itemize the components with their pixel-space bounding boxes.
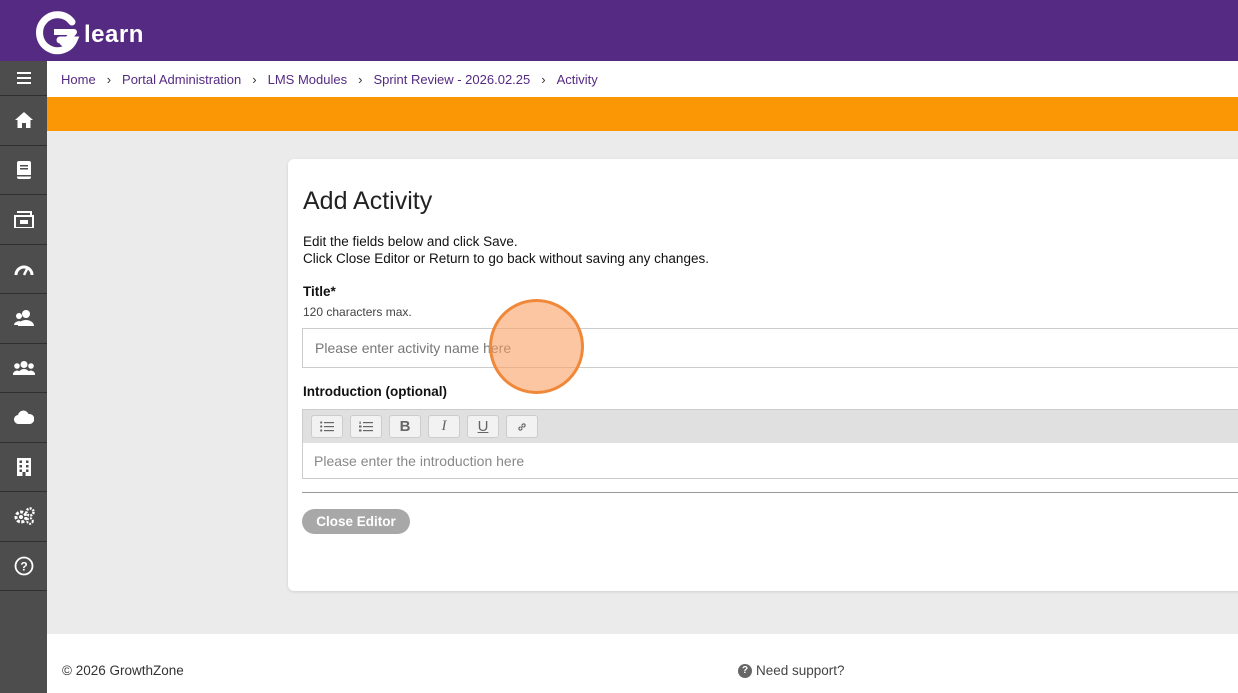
menu-icon [16, 72, 31, 84]
sidebar-item-home[interactable] [0, 96, 47, 146]
title-label-text: Title [303, 284, 331, 299]
sidebar-item-users[interactable] [0, 294, 47, 344]
sidebar-item-organizations[interactable] [0, 443, 47, 492]
sidebar-item-catalog[interactable] [0, 195, 47, 245]
bullet-list-icon [320, 421, 334, 432]
breadcrumb-home[interactable]: Home [61, 72, 96, 87]
title-input[interactable] [302, 328, 1238, 368]
logo-text: learn [84, 21, 144, 48]
instruction-line-2: Click Close Editor or Return to go back … [303, 251, 709, 266]
copyright-text: © 2026 GrowthZone [62, 663, 184, 678]
sidebar-item-settings[interactable] [0, 492, 47, 542]
breadcrumb-sprint-review[interactable]: Sprint Review - 2026.02.25 [373, 72, 530, 87]
breadcrumb-portal-administration[interactable]: Portal Administration [122, 72, 241, 87]
italic-glyph: I [441, 418, 447, 434]
home-icon [14, 112, 33, 129]
sidebar-item-dashboard[interactable] [0, 245, 47, 294]
sidebar-item-courses[interactable] [0, 146, 47, 195]
settings-gears-icon [14, 507, 35, 526]
help-icon: ? [14, 556, 33, 576]
link-icon [518, 422, 526, 431]
breadcrumb: Home › Portal Administration › LMS Modul… [47, 61, 1238, 97]
breadcrumb-separator: › [358, 71, 363, 87]
bold-button[interactable]: B [389, 415, 421, 438]
instruction-line-1: Edit the fields below and click Save. [303, 234, 518, 249]
book-icon [16, 160, 31, 179]
sidebar: ? [0, 61, 47, 693]
form-divider [302, 492, 1238, 493]
underline-glyph: U [477, 418, 489, 435]
title-label: Title* [303, 284, 336, 299]
users-icon [12, 360, 35, 375]
question-circle-icon: ? [738, 663, 752, 678]
growthzone-learn-logo[interactable]: learn [34, 2, 144, 58]
add-activity-card: Add Activity Edit the fields below and c… [288, 159, 1238, 591]
bold-glyph: B [399, 418, 411, 435]
accent-banner [47, 97, 1238, 131]
underline-button[interactable]: U [467, 415, 499, 438]
introduction-editor-placeholder: Please enter the introduction here [314, 453, 525, 469]
bullet-list-button[interactable] [311, 415, 343, 438]
page-footer: © 2026 GrowthZone ? Need support? [47, 634, 1238, 693]
svg-text:?: ? [20, 559, 27, 573]
link-button[interactable] [506, 415, 538, 438]
sidebar-item-cloud[interactable] [0, 393, 47, 443]
breadcrumb-separator: › [541, 71, 546, 87]
introduction-editor[interactable]: B I U Please enter the introduction here [302, 409, 1238, 479]
dashboard-gauge-icon [14, 265, 33, 276]
sidebar-menu-toggle[interactable] [0, 61, 47, 96]
form-instructions: Edit the fields below and click Save. Cl… [303, 233, 709, 267]
numbered-list-button[interactable] [350, 415, 382, 438]
numbered-list-icon [359, 421, 373, 432]
required-marker: * [330, 284, 336, 299]
building-icon [16, 457, 31, 476]
close-editor-button[interactable]: Close Editor [302, 509, 410, 534]
sidebar-item-help[interactable]: ? [0, 542, 47, 591]
italic-button[interactable]: I [428, 415, 460, 438]
breadcrumb-separator: › [106, 71, 112, 87]
sidebar-item-groups[interactable] [0, 344, 47, 393]
need-support-label: Need support? [756, 663, 845, 678]
user-group-icon [13, 310, 34, 327]
need-support-link[interactable]: ? Need support? [738, 663, 845, 678]
click-indicator [489, 299, 584, 394]
title-hint: 120 characters max. [303, 305, 412, 319]
breadcrumb-activity[interactable]: Activity [557, 72, 598, 87]
introduction-label: Introduction (optional) [303, 384, 447, 399]
editor-toolbar: B I U [303, 410, 1238, 443]
breadcrumb-lms-modules[interactable]: LMS Modules [268, 72, 347, 87]
top-header: learn [0, 0, 1238, 61]
archive-icon [13, 211, 34, 229]
cloud-icon [13, 410, 34, 425]
breadcrumb-separator: › [252, 71, 257, 87]
page-title: Add Activity [303, 187, 433, 215]
g-logo-icon [36, 11, 80, 55]
